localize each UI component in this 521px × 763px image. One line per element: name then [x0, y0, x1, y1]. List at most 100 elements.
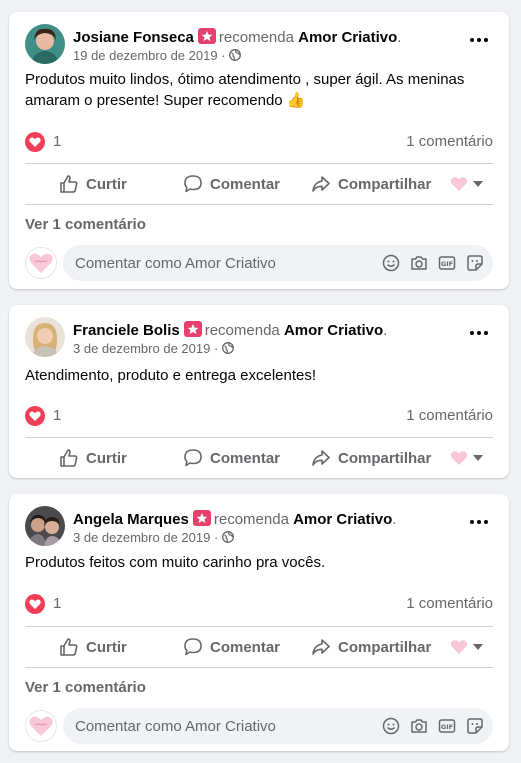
- sticker-icon[interactable]: [465, 253, 485, 273]
- action-bar: Curtir Comentar Compartilhar: [25, 627, 493, 667]
- camera-icon[interactable]: [409, 716, 429, 736]
- chevron-down-icon: [473, 455, 483, 461]
- like-icon: [60, 175, 78, 193]
- reaction-selector[interactable]: [449, 174, 485, 194]
- review-card: Franciele Bolis recomenda Amor Criativo. …: [9, 305, 509, 478]
- like-button[interactable]: Curtir: [59, 627, 127, 667]
- share-icon: [312, 639, 330, 655]
- page-heart-icon: [450, 177, 468, 191]
- name-line: Franciele Bolis recomenda Amor Criativo.: [73, 321, 388, 339]
- globe-icon: [221, 342, 234, 354]
- page-name-link[interactable]: Amor Criativo: [284, 322, 383, 339]
- action-bar: Curtir Comentar Compartilhar: [25, 164, 493, 204]
- page-avatar: [25, 710, 57, 742]
- share-icon: [312, 176, 330, 192]
- share-icon: [312, 450, 330, 466]
- share-button[interactable]: Compartilhar: [311, 438, 431, 478]
- page-name-link[interactable]: Amor Criativo: [298, 29, 397, 46]
- globe-icon: [229, 49, 242, 61]
- composer-icons: GIF: [381, 253, 485, 273]
- divider: [25, 667, 493, 668]
- reaction-count[interactable]: 1: [53, 595, 61, 612]
- heart-reaction-icon[interactable]: [25, 132, 45, 152]
- reaction-count[interactable]: 1: [53, 133, 61, 150]
- name-line: Josiane Fonseca recomenda Amor Criativo.: [73, 28, 402, 46]
- more-options-icon[interactable]: [465, 323, 493, 343]
- view-comments-link[interactable]: Ver 1 comentário: [25, 679, 146, 696]
- author-avatar[interactable]: [25, 24, 65, 64]
- divider: [25, 204, 493, 205]
- review-text: Produtos feitos com muito carinho pra vo…: [25, 554, 326, 571]
- post-date[interactable]: 3 de dezembro de 2019 ·: [73, 341, 234, 356]
- like-icon: [60, 449, 78, 467]
- page-name-link[interactable]: Amor Criativo: [293, 511, 392, 528]
- author-name[interactable]: Josiane Fonseca: [73, 29, 194, 46]
- emoji-icon[interactable]: [381, 716, 401, 736]
- reactions-bar: 1 1 comentário: [25, 593, 493, 615]
- review-card: Josiane Fonseca recomenda Amor Criativo. …: [9, 12, 509, 289]
- comment-box: GIF: [63, 708, 493, 744]
- reactions-bar: 1 1 comentário: [25, 405, 493, 427]
- recommend-badge-icon: [197, 28, 216, 44]
- svg-text:GIF: GIF: [441, 260, 453, 268]
- post-header: Josiane Fonseca recomenda Amor Criativo. …: [25, 24, 493, 66]
- comment-box: GIF: [63, 245, 493, 281]
- post-date[interactable]: 19 de dezembro de 2019 ·: [73, 48, 242, 63]
- author-name[interactable]: Franciele Bolis: [73, 322, 180, 339]
- chevron-down-icon: [473, 644, 483, 650]
- recommend-verb: recomenda: [204, 322, 280, 339]
- page-heart-icon: [450, 640, 468, 654]
- comment-input[interactable]: [75, 245, 365, 281]
- review-text: Produtos muito lindos, ótimo atendimento…: [25, 71, 465, 109]
- comment-button[interactable]: Comentar: [183, 438, 280, 478]
- share-button[interactable]: Compartilhar: [311, 164, 431, 204]
- comment-composer: GIF: [25, 708, 493, 744]
- composer-icons: GIF: [381, 716, 485, 736]
- comment-count[interactable]: 1 comentário: [406, 133, 493, 150]
- name-line: Angela Marques recomenda Amor Criativo.: [73, 510, 397, 528]
- comment-icon: [184, 449, 202, 467]
- share-button[interactable]: Compartilhar: [311, 627, 431, 667]
- gif-icon[interactable]: GIF: [437, 253, 457, 273]
- like-button[interactable]: Curtir: [59, 164, 127, 204]
- action-bar: Curtir Comentar Compartilhar: [25, 438, 493, 478]
- comment-icon: [184, 638, 202, 656]
- heart-reaction-icon[interactable]: [25, 406, 45, 426]
- chevron-down-icon: [473, 181, 483, 187]
- author-name[interactable]: Angela Marques: [73, 511, 189, 528]
- post-date[interactable]: 3 de dezembro de 2019 ·: [73, 530, 234, 545]
- reaction-count[interactable]: 1: [53, 407, 61, 424]
- comment-icon: [184, 175, 202, 193]
- comment-button[interactable]: Comentar: [183, 627, 280, 667]
- camera-icon[interactable]: [409, 253, 429, 273]
- reaction-selector[interactable]: [449, 637, 485, 657]
- gif-icon[interactable]: GIF: [437, 716, 457, 736]
- comment-count[interactable]: 1 comentário: [406, 407, 493, 424]
- page-heart-icon: [450, 451, 468, 465]
- like-button[interactable]: Curtir: [59, 438, 127, 478]
- svg-text:GIF: GIF: [441, 723, 453, 731]
- author-avatar[interactable]: [25, 506, 65, 546]
- like-icon: [60, 638, 78, 656]
- comment-button[interactable]: Comentar: [183, 164, 280, 204]
- post-header: Franciele Bolis recomenda Amor Criativo. …: [25, 317, 493, 359]
- recommend-verb: recomenda: [213, 511, 289, 528]
- comment-input[interactable]: [75, 708, 365, 744]
- review-card: Angela Marques recomenda Amor Criativo. 3…: [9, 494, 509, 751]
- globe-icon: [221, 531, 234, 543]
- comment-composer: GIF: [25, 245, 493, 281]
- reactions-bar: 1 1 comentário: [25, 131, 493, 153]
- more-options-icon[interactable]: [465, 512, 493, 532]
- heart-reaction-icon[interactable]: [25, 594, 45, 614]
- view-comments-link[interactable]: Ver 1 comentário: [25, 216, 146, 233]
- reaction-selector[interactable]: [449, 448, 485, 468]
- comment-count[interactable]: 1 comentário: [406, 595, 493, 612]
- post-header: Angela Marques recomenda Amor Criativo. 3…: [25, 506, 493, 548]
- recommend-badge-icon: [192, 510, 211, 526]
- sticker-icon[interactable]: [465, 716, 485, 736]
- reviews-feed: Josiane Fonseca recomenda Amor Criativo. …: [0, 0, 521, 763]
- page-avatar: [25, 247, 57, 279]
- author-avatar[interactable]: [25, 317, 65, 357]
- emoji-icon[interactable]: [381, 253, 401, 273]
- more-options-icon[interactable]: [465, 30, 493, 50]
